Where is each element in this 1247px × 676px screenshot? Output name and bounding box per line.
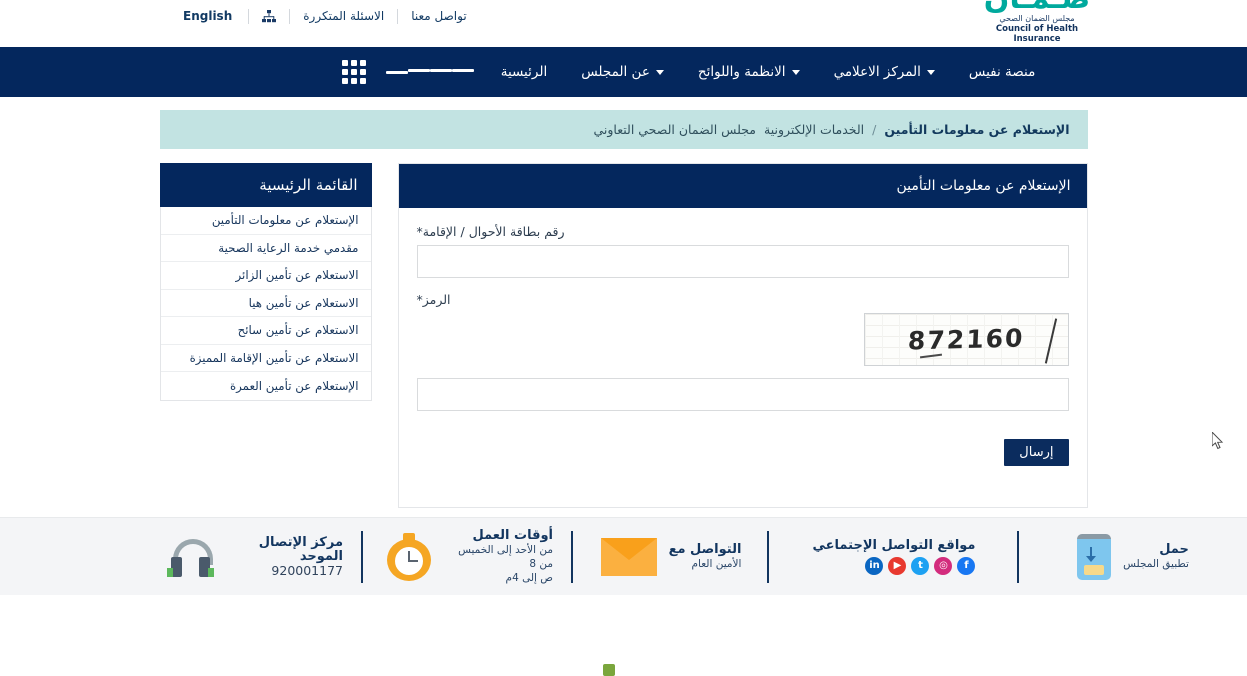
id-number-field-group: رقم بطاقة الأحوال / الإقامة*	[417, 224, 1069, 278]
headset-icon	[168, 537, 213, 577]
logo-english-name: Council of Health Insurance	[977, 24, 1097, 44]
content-container: الإستعلام عن معلومات التأمين / الخدمات ا…	[160, 97, 1088, 508]
main-navigation-bar: منصة نفيس المركز الاعلامي الانظمة واللوا…	[0, 47, 1247, 97]
logo-wordmark: ضـمـان	[977, 0, 1097, 14]
working-hours-text: أوقات العمل من الأحد إلى الخميس من 8 ص إ…	[442, 529, 553, 585]
chevron-down-icon	[792, 70, 800, 75]
nav-item-nafees[interactable]: منصة نفيس	[952, 64, 1052, 80]
nav-item-regulations[interactable]: الانظمة واللوائح	[681, 64, 817, 80]
nav-item-media-center[interactable]: المركز الاعلامي	[817, 64, 952, 80]
logo-arabic-name: مجلس الضمان الصحي	[977, 14, 1097, 24]
page-content: الإستعلام عن معلومات التأمين / الخدمات ا…	[0, 97, 1247, 517]
linkedin-icon[interactable]: in	[865, 557, 883, 575]
captcha-image-row: 872160	[417, 313, 1069, 366]
twitter-icon[interactable]: t	[911, 557, 929, 575]
youtube-icon[interactable]: ▶	[888, 557, 906, 575]
contact-sg-text: التواصل مع الأمين العام	[669, 543, 742, 571]
hamburger-menu-icon[interactable]	[376, 69, 484, 75]
card-title: الإستعلام عن معلومات التأمين	[399, 164, 1087, 208]
language-switch-english[interactable]: English	[170, 9, 249, 24]
clock-icon	[383, 533, 430, 581]
insurance-inquiry-card: الإستعلام عن معلومات التأمين رقم بطاقة ا…	[398, 163, 1088, 508]
social-icon-list: in ▶ t ◎ f	[813, 557, 976, 575]
breadcrumb-root[interactable]: مجلس الضمان الصحي التعاوني	[593, 122, 756, 137]
call-center-number: 920001177	[225, 564, 343, 578]
footer-working-hours: أوقات العمل من الأحد إلى الخميس من 8 ص إ…	[363, 529, 573, 585]
captcha-image: 872160	[864, 313, 1069, 366]
instagram-icon[interactable]: ◎	[934, 557, 952, 575]
id-number-input[interactable]	[417, 245, 1069, 278]
nav-label: منصة نفيس	[969, 64, 1035, 80]
sidebar-item-insurance-info[interactable]: الإستعلام عن معلومات التأمين	[161, 207, 371, 235]
captcha-code-text: 872160	[907, 323, 1025, 355]
sidebar-item-umrah-insurance[interactable]: الإستعلام عن تأمين العمرة	[161, 372, 371, 400]
breadcrumb: الإستعلام عن معلومات التأمين / الخدمات ا…	[160, 110, 1088, 149]
top-utility-links: English الاسئلة المتكررة تواصل معنا	[170, 0, 480, 32]
footer-app-download[interactable]: حمل تطبيق المجلس	[1019, 529, 1247, 585]
top-utility-bar: English الاسئلة المتكررة تواصل معنا ضـمـ…	[0, 0, 1247, 47]
nav-label: عن المجلس	[581, 64, 650, 80]
chevron-down-icon	[927, 70, 935, 75]
working-hours-title: أوقات العمل	[442, 529, 553, 543]
captcha-noise-line	[1044, 318, 1056, 363]
sidebar-item-premium-residency-insurance[interactable]: الاستعلام عن تأمين الإقامة المميزة	[161, 345, 371, 373]
breadcrumb-separator: /	[872, 122, 876, 137]
captcha-field-group: الرمز* 872160	[417, 292, 1069, 411]
sidebar-item-haya-insurance[interactable]: الاستعلام عن تأمين هيا	[161, 290, 371, 318]
contact-sg-line1: التواصل مع	[669, 543, 742, 557]
nav-label: الانظمة واللوائح	[698, 64, 786, 80]
social-text: مواقع التواصل الإجتماعي in ▶ t ◎ f	[813, 539, 976, 575]
main-navigation-items: منصة نفيس المركز الاعلامي الانظمة واللوا…	[0, 60, 1247, 84]
footer-contact-secretary[interactable]: التواصل مع الأمين العام	[573, 529, 769, 585]
captcha-label: الرمز*	[417, 292, 1069, 307]
app-download-text: حمل تطبيق المجلس	[1123, 543, 1189, 571]
envelope-icon	[601, 538, 657, 576]
chevron-down-icon	[656, 70, 664, 75]
faq-link[interactable]: الاسئلة المتكررة	[290, 9, 398, 24]
breadcrumb-current: الإستعلام عن معلومات التأمين	[884, 122, 1069, 137]
grid-apps-icon[interactable]	[332, 60, 376, 84]
call-center-text: مركز الإتصال الموحد 920001177	[225, 536, 343, 578]
app-download-line2: تطبيق المجلس	[1123, 557, 1189, 571]
app-download-line1: حمل	[1123, 543, 1189, 557]
working-hours-line2: ص إلى 4م	[442, 571, 553, 585]
card-body: رقم بطاقة الأحوال / الإقامة* الرمز* 8721…	[399, 208, 1087, 411]
sidebar: القائمة الرئيسية الإستعلام عن معلومات ال…	[160, 163, 372, 401]
nav-item-about-council[interactable]: عن المجلس	[564, 64, 681, 80]
nav-label: المركز الاعلامي	[834, 64, 921, 80]
two-column-layout: الإستعلام عن معلومات التأمين رقم بطاقة ا…	[160, 163, 1088, 508]
social-title: مواقع التواصل الإجتماعي	[813, 539, 976, 553]
site-logo[interactable]: ضـمـان مجلس الضمان الصحي Council of Heal…	[977, 0, 1097, 44]
sidebar-item-visitor-insurance[interactable]: الاستعلام عن تأمين الزائر	[161, 262, 371, 290]
facebook-icon[interactable]: f	[957, 557, 975, 575]
sitemap-icon[interactable]	[249, 9, 290, 24]
nav-item-home[interactable]: الرئيسية	[484, 64, 565, 80]
mobile-download-icon	[1077, 534, 1111, 580]
captcha-input[interactable]	[417, 378, 1069, 411]
sidebar-title: القائمة الرئيسية	[160, 163, 372, 207]
submit-row: إرسال	[399, 439, 1087, 480]
refresh-captcha-icon[interactable]	[603, 664, 615, 676]
contact-sg-line2: الأمين العام	[669, 557, 742, 571]
footer-call-center: مركز الإتصال الموحد 920001177	[148, 529, 363, 585]
footer-social: مواقع التواصل الإجتماعي in ▶ t ◎ f	[769, 529, 1019, 585]
call-center-title: مركز الإتصال الموحد	[225, 536, 343, 564]
working-hours-line1: من الأحد إلى الخميس من 8	[442, 543, 553, 571]
submit-button[interactable]: إرسال	[1004, 439, 1068, 466]
breadcrumb-section[interactable]: الخدمات الإلكترونية	[764, 122, 864, 137]
sidebar-item-healthcare-providers[interactable]: مقدمي خدمة الرعاية الصحية	[161, 235, 371, 263]
nav-label: الرئيسية	[501, 64, 548, 80]
contact-us-link[interactable]: تواصل معنا	[398, 9, 479, 24]
sidebar-item-tourist-insurance[interactable]: الاستعلام عن تأمين سائح	[161, 317, 371, 345]
sidebar-menu: الإستعلام عن معلومات التأمين مقدمي خدمة …	[160, 207, 372, 401]
site-footer: حمل تطبيق المجلس مواقع التواصل الإجتماعي…	[0, 517, 1247, 595]
id-number-label: رقم بطاقة الأحوال / الإقامة*	[417, 224, 1069, 239]
